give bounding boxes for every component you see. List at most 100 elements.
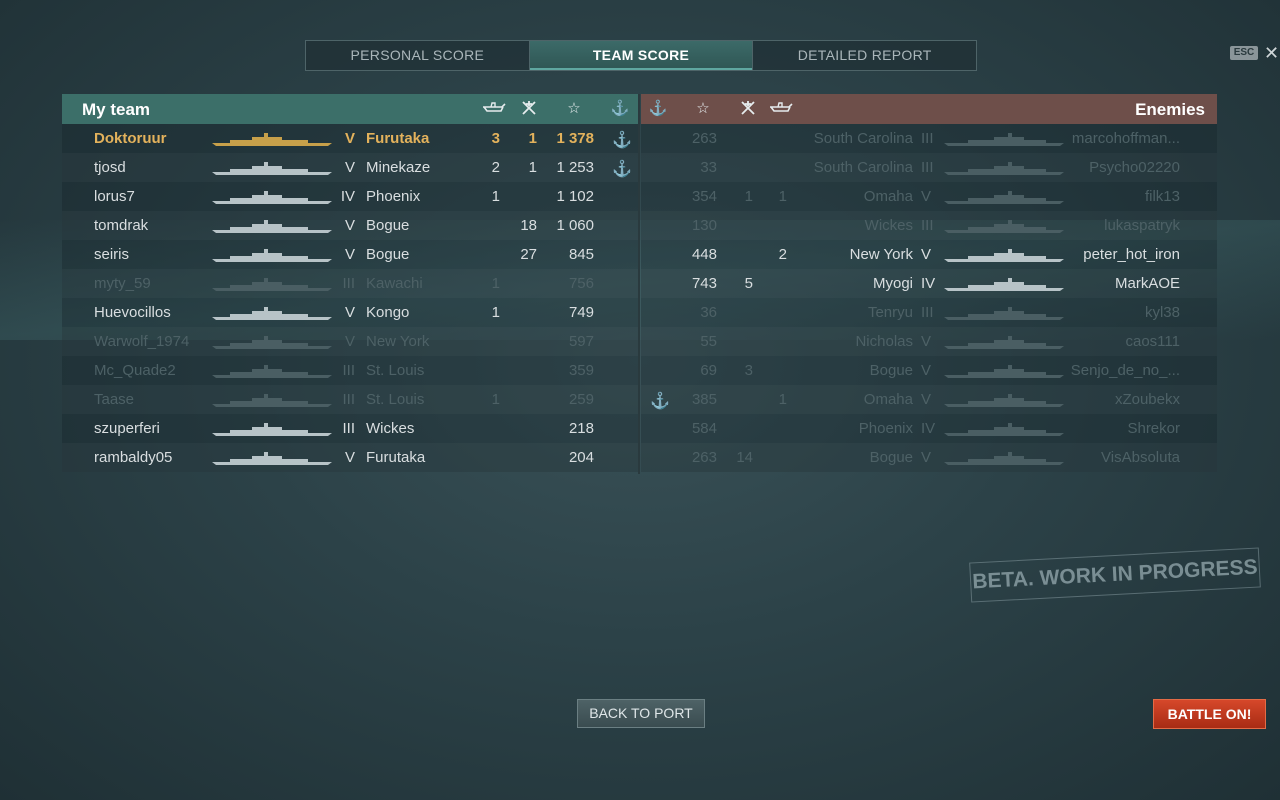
ship-silhouette-icon xyxy=(212,191,332,204)
table-row: 36 Tenryu III kyl38 xyxy=(641,298,1217,327)
ship-icon xyxy=(212,182,337,211)
ship-name: Myogi xyxy=(872,275,913,292)
ship-silhouette-icon xyxy=(944,394,1064,407)
ship-tier: V xyxy=(921,188,932,205)
table-row: Warwolf_1974 V New York 597 xyxy=(62,327,638,356)
player-name[interactable]: filk13 xyxy=(1145,188,1180,205)
anchor-icon: ⚓ xyxy=(648,100,668,117)
player-name[interactable]: Huevocillos xyxy=(94,304,171,321)
ship-icon xyxy=(944,356,1069,385)
close-icon[interactable]: ✕ xyxy=(1264,43,1279,63)
ship-name: New York xyxy=(366,333,430,350)
player-name[interactable]: MarkAOE xyxy=(1115,275,1180,292)
xp-value: 448 xyxy=(691,246,717,263)
table-row: tomdrak V Bogue 18 1 060 xyxy=(62,211,638,240)
player-name[interactable]: tjosd xyxy=(94,159,126,176)
planes-value: 5 xyxy=(744,275,753,292)
table-row: 263 South Carolina III marcohoffman... xyxy=(641,124,1217,153)
player-name[interactable]: tomdrak xyxy=(94,217,148,234)
player-name[interactable]: xZoubekx xyxy=(1115,391,1180,408)
anchor-icon: ⚓ xyxy=(610,100,630,117)
table-row: rambaldy05 V Furutaka 204 xyxy=(62,443,638,472)
planes-value: 18 xyxy=(520,217,537,234)
xp-value: 756 xyxy=(568,275,594,292)
ship-name: Bogue xyxy=(869,449,913,466)
anchor-icon: ⚓ xyxy=(650,393,670,410)
player-name[interactable]: rambaldy05 xyxy=(94,449,172,466)
tab-detailed-report[interactable]: DETAILED REPORT xyxy=(753,41,976,70)
ship-tier: V xyxy=(344,246,355,263)
ship-tier: III xyxy=(342,362,355,379)
table-row: Taase III St. Louis 1 259 xyxy=(62,385,638,414)
player-name[interactable]: Taase xyxy=(94,391,134,408)
ship-icon xyxy=(212,153,337,182)
player-name[interactable]: Shrekor xyxy=(1127,420,1180,437)
player-name[interactable]: peter_hot_iron xyxy=(1083,246,1180,263)
table-row: lorus7 IV Phoenix 1 1 102 xyxy=(62,182,638,211)
ship-tier: V xyxy=(344,217,355,234)
ship-name: Nicholas xyxy=(855,333,913,350)
ship-name: Bogue xyxy=(869,362,913,379)
ship-icon xyxy=(212,298,337,327)
ship-icon xyxy=(212,327,337,356)
ship-name: Phoenix xyxy=(366,188,421,205)
ship-tier: V xyxy=(344,304,355,321)
xp-value: 743 xyxy=(691,275,717,292)
back-to-port-button[interactable]: BACK TO PORT xyxy=(577,699,705,728)
player-name[interactable]: kyl38 xyxy=(1145,304,1180,321)
enemy-team-rows: 263 South Carolina III marcohoffman... 33 Sou… xyxy=(641,124,1217,472)
star-icon: ☆ xyxy=(696,100,710,117)
panel-divider xyxy=(638,94,640,474)
player-name[interactable]: szuperferi xyxy=(94,420,160,437)
ship-silhouette-icon xyxy=(944,249,1064,262)
tab-team-score[interactable]: TEAM SCORE xyxy=(529,41,754,70)
xp-value: 1 253 xyxy=(556,159,594,176)
ship-name: Omaha xyxy=(863,391,913,408)
planes-value: 3 xyxy=(744,362,753,379)
ship-tier: V xyxy=(921,333,932,350)
enemies-title: Enemies xyxy=(1135,100,1205,119)
ship-icon xyxy=(944,211,1069,240)
kills-value: 2 xyxy=(491,159,500,176)
ship-silhouette-icon xyxy=(944,278,1064,291)
my-team-panel: My team ☆ ⚓ Doktoruur V Furutaka 3 1 1 378 ⚓ tj… xyxy=(62,94,638,472)
ship-tier: IV xyxy=(340,188,355,205)
xp-value: 584 xyxy=(691,420,717,437)
xp-value: 1 378 xyxy=(556,130,594,147)
ship-name: St. Louis xyxy=(366,391,425,408)
battle-on-button[interactable]: BATTLE ON! xyxy=(1153,699,1266,729)
ship-silhouette-icon xyxy=(944,423,1064,436)
ship-name: Phoenix xyxy=(858,420,913,437)
player-name[interactable]: Warwolf_1974 xyxy=(94,333,189,350)
ship-silhouette-icon xyxy=(212,249,332,262)
table-row: 584 Phoenix IV Shrekor xyxy=(641,414,1217,443)
ship-silhouette-icon xyxy=(212,423,332,436)
ship-silhouette-icon xyxy=(944,133,1064,146)
ship-tier: III xyxy=(921,304,934,321)
player-name[interactable]: Psycho02220 xyxy=(1089,159,1180,176)
table-row: 130 Wickes III lukaspatryk xyxy=(641,211,1217,240)
player-name[interactable]: caos111 xyxy=(1126,333,1181,350)
player-name[interactable]: myty_59 xyxy=(94,275,151,292)
player-name[interactable]: Doktoruur xyxy=(94,130,167,147)
table-row: 69 3 Bogue V Senjo_de_no_... xyxy=(641,356,1217,385)
player-name[interactable]: seiris xyxy=(94,246,129,263)
player-name[interactable]: Mc_Quade2 xyxy=(94,362,176,379)
ship-tier: III xyxy=(921,159,934,176)
ship-silhouette-icon xyxy=(212,307,332,320)
ship-name: Kawachi xyxy=(366,275,423,292)
player-name[interactable]: VisAbsoluta xyxy=(1101,449,1180,466)
player-name[interactable]: lorus7 xyxy=(94,188,135,205)
ship-name: New York xyxy=(849,246,913,263)
ship-tier: IV xyxy=(921,420,936,437)
ship-sunk-icon xyxy=(482,100,506,118)
ship-tier: III xyxy=(921,130,934,147)
player-name[interactable]: lukaspatryk xyxy=(1104,217,1180,234)
ship-silhouette-icon xyxy=(212,394,332,407)
tab-personal-score[interactable]: PERSONAL SCORE xyxy=(306,41,530,70)
player-name[interactable]: Senjo_de_no_... xyxy=(1071,362,1180,379)
planes-value: 1 xyxy=(744,188,753,205)
ship-icon xyxy=(944,153,1069,182)
enemies-header: ⚓ ☆ Enemies xyxy=(641,94,1217,124)
player-name[interactable]: marcohoffman... xyxy=(1072,130,1180,147)
